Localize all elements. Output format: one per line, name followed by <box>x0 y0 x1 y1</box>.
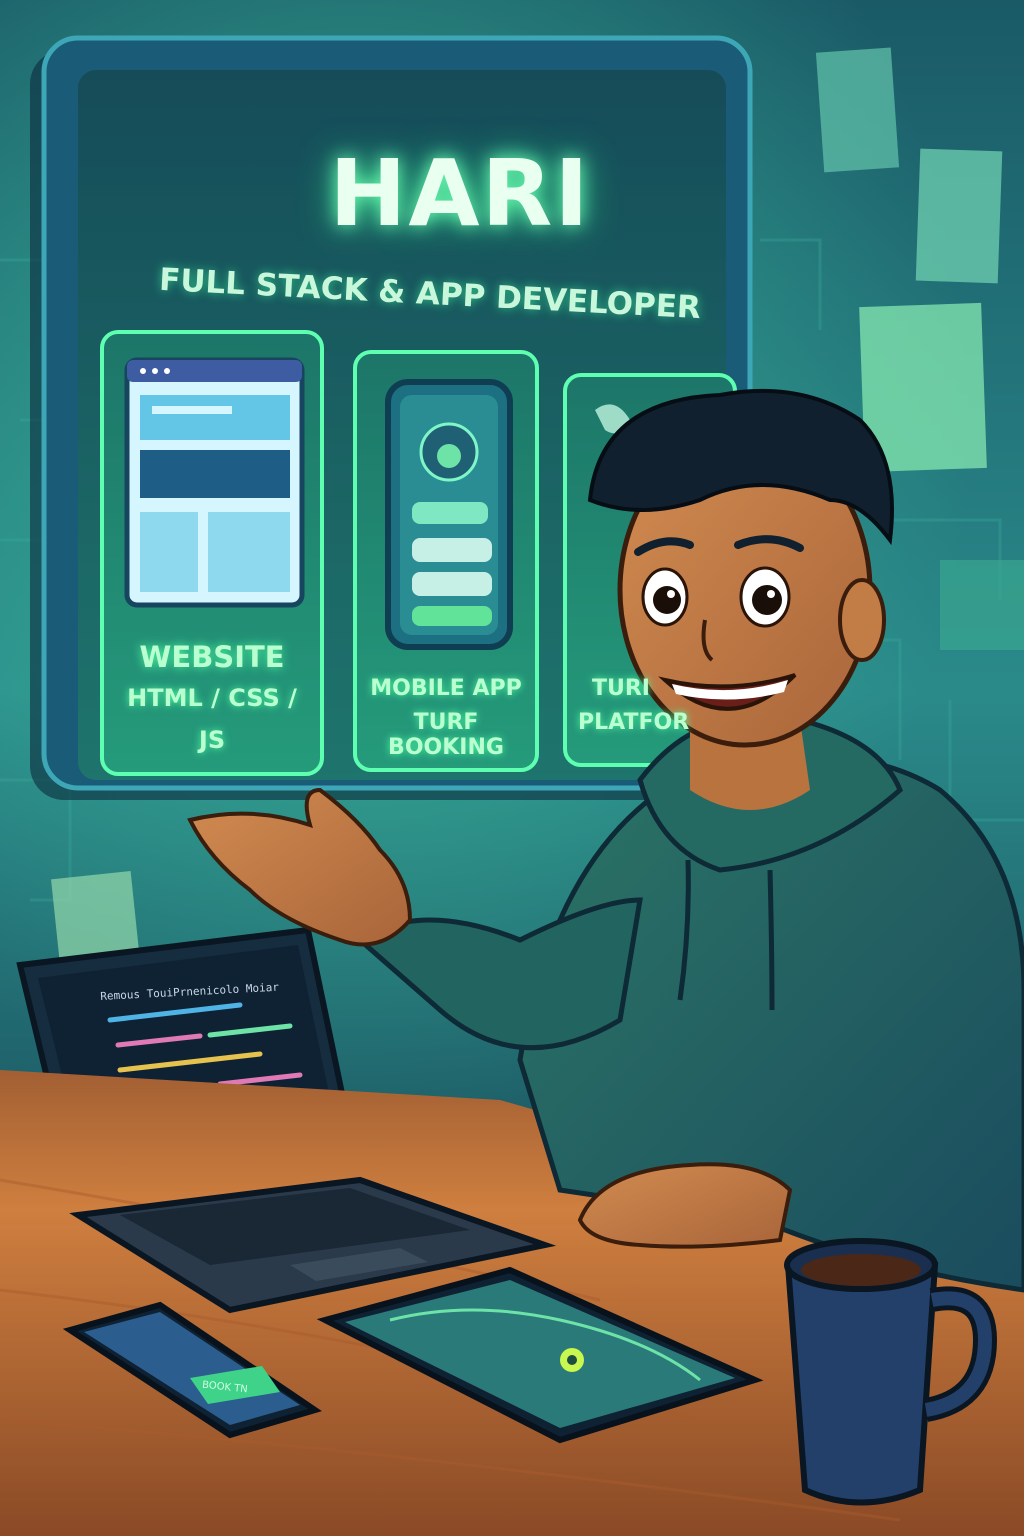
card-mobile-app-line2: TURF BOOKING <box>388 710 504 760</box>
card-website-line2: HTML / CSS / <box>127 684 297 712</box>
card-turf-title: TURI <box>592 676 650 701</box>
card-website-line3: JS <box>198 726 226 754</box>
card-turf-line2: PLATFOR <box>578 710 690 735</box>
hero-name: HARI <box>329 140 591 247</box>
card-website-title: WEBSITE <box>139 640 285 674</box>
card-mobile-app-title: MOBILE APP <box>370 676 522 701</box>
illustration-scene: HARI FULL STACK & APP DEVELOPER WEBSITE … <box>0 0 1024 1536</box>
